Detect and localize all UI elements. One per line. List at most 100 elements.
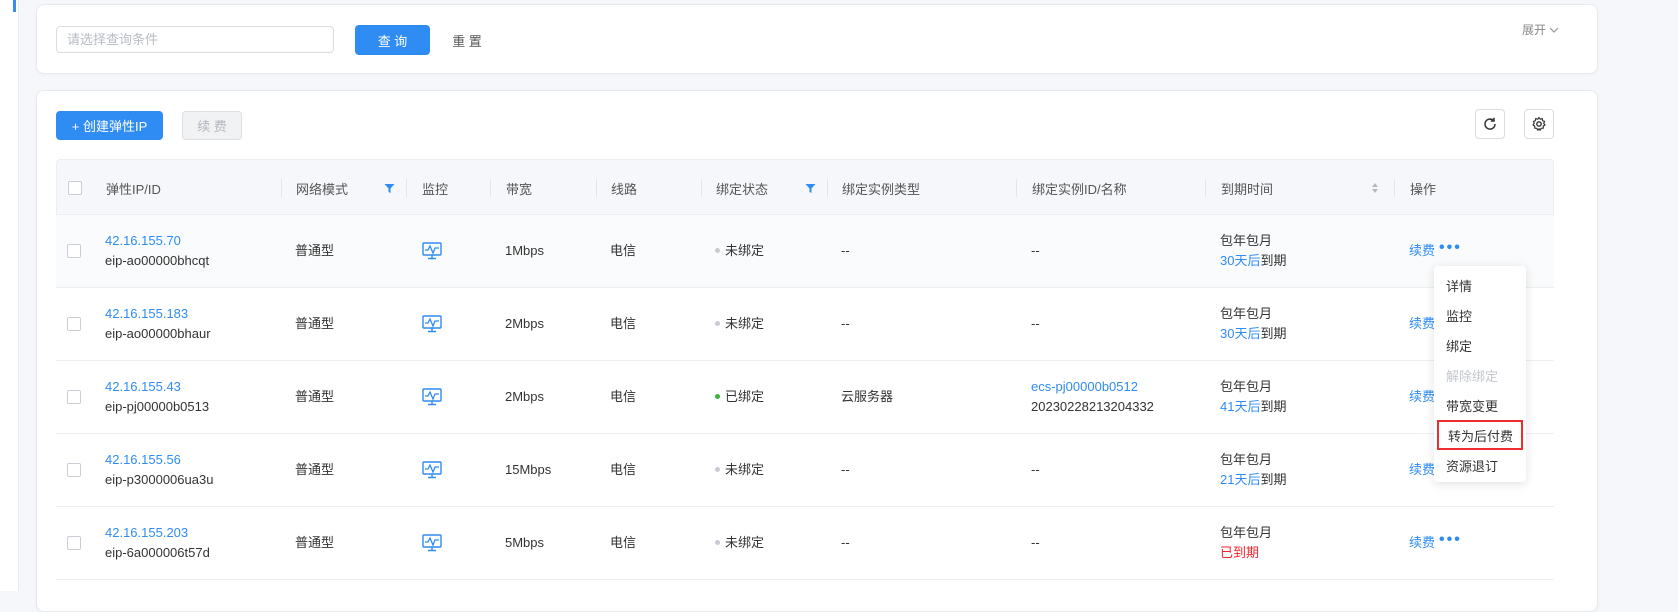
bind-status-label: 未绑定 — [725, 243, 765, 258]
expiry-days: 已到期 — [1220, 545, 1260, 560]
actions-cell: 续费••• — [1409, 507, 1462, 579]
instance-id: -- — [1031, 535, 1040, 550]
renew-link[interactable]: 续费 — [1409, 387, 1435, 407]
monitor-icon[interactable] — [422, 361, 442, 433]
eip-id: eip-pj00000b0513 — [105, 399, 210, 414]
row-select-cell[interactable] — [67, 361, 81, 433]
column-divider — [490, 179, 491, 197]
table-row: 42.16.155.56 eip-p3000006ua3u 普通型 15Mbps 电信 未… — [56, 434, 1554, 507]
row-checkbox[interactable] — [67, 463, 81, 477]
monitor-icon[interactable] — [422, 288, 442, 360]
reset-button[interactable]: 重 置 — [434, 25, 500, 55]
eip-table-panel: + 创建弹性IP 续 费 弹性IP/ID 网络模式 监控 带宽 线路 绑定状态 … — [36, 90, 1598, 612]
query-button[interactable]: 查 询 — [355, 25, 430, 55]
expiry-days: 21天后 — [1220, 472, 1261, 487]
table-row: 42.16.155.43 eip-pj00000b0513 普通型 2Mbps 电信 已绑… — [56, 361, 1554, 434]
col-line: 线路 — [611, 181, 638, 197]
row-checkbox[interactable] — [67, 536, 81, 550]
monitor-icon[interactable] — [422, 215, 442, 287]
eip-address-link[interactable]: 42.16.155.43 — [105, 377, 209, 397]
billing-type: 包年包月 — [1220, 452, 1273, 467]
network-mode: 普通型 — [295, 243, 335, 258]
select-all-cell[interactable] — [68, 160, 82, 216]
expiry-cell: 包年包月 30天后到期 — [1220, 288, 1286, 360]
line: 电信 — [610, 462, 637, 477]
search-input[interactable] — [56, 26, 334, 53]
eip-address-link[interactable]: 42.16.155.70 — [105, 231, 209, 251]
row-select-cell[interactable] — [67, 507, 81, 579]
filter-icon[interactable] — [384, 160, 395, 216]
instance-cell: ecs-pj00000b0512 20230228213204332 — [1031, 361, 1154, 433]
row-select-cell[interactable] — [67, 215, 81, 287]
menu-item-4[interactable]: 带宽变更 — [1434, 390, 1526, 420]
expand-toggle[interactable]: 展开 — [1522, 21, 1559, 38]
eip-cell: 42.16.155.56 eip-p3000006ua3u — [105, 434, 213, 506]
bind-status: 未绑定 — [715, 215, 764, 287]
instance-cell: -- — [1031, 507, 1040, 579]
filter-icon[interactable] — [805, 160, 816, 216]
instance-id[interactable]: ecs-pj00000b0512 — [1031, 377, 1154, 397]
expiry-cell: 包年包月 21天后到期 — [1220, 434, 1286, 506]
create-eip-button[interactable]: + 创建弹性IP — [56, 111, 163, 140]
expiry-suffix: 到期 — [1260, 399, 1287, 414]
col-bind-status: 绑定状态 — [716, 181, 769, 197]
line: 电信 — [610, 316, 637, 331]
col-monitor: 监控 — [422, 181, 449, 197]
select-all-checkbox[interactable] — [68, 181, 82, 195]
eip-table: 弹性IP/ID 网络模式 监控 带宽 线路 绑定状态 绑定实例类型 绑定实例ID… — [56, 159, 1554, 580]
refresh-icon — [1484, 117, 1496, 130]
monitor-icon[interactable] — [422, 434, 442, 506]
menu-item-1[interactable]: 监控 — [1434, 300, 1526, 330]
bandwidth: 5Mbps — [505, 535, 545, 550]
eip-cell: 42.16.155.70 eip-ao00000bhcqt — [105, 215, 209, 287]
eip-id: eip-ao00000bhaur — [105, 326, 211, 341]
line: 电信 — [610, 243, 637, 258]
eip-address-link[interactable]: 42.16.155.203 — [105, 523, 210, 543]
status-dot — [715, 393, 720, 399]
renew-link[interactable]: 续费 — [1409, 241, 1435, 261]
menu-item-2[interactable]: 绑定 — [1434, 330, 1526, 360]
sort-icon[interactable] — [1371, 160, 1379, 216]
active-indicator — [13, 0, 16, 12]
chevron-down-icon — [1549, 27, 1559, 33]
col-bandwidth: 带宽 — [506, 181, 533, 197]
settings-button[interactable] — [1524, 109, 1554, 139]
column-divider — [596, 179, 597, 197]
menu-item-0[interactable]: 详情 — [1434, 270, 1526, 300]
row-checkbox[interactable] — [67, 244, 81, 258]
instance-cell: -- — [1031, 288, 1040, 360]
bind-status-label: 未绑定 — [725, 462, 765, 477]
col-actions: 操作 — [1410, 181, 1437, 197]
row-checkbox[interactable] — [67, 317, 81, 331]
row-select-cell[interactable] — [67, 288, 81, 360]
eip-address-link[interactable]: 42.16.155.183 — [105, 304, 211, 324]
eip-id: eip-ao00000bhcqt — [105, 253, 210, 268]
more-icon[interactable]: ••• — [1439, 240, 1462, 256]
menu-item-6[interactable]: 资源退订 — [1434, 450, 1526, 480]
bind-status: 未绑定 — [715, 434, 764, 506]
refresh-button[interactable] — [1475, 109, 1505, 139]
column-divider — [1394, 179, 1395, 197]
bind-status-label: 未绑定 — [725, 316, 765, 331]
renew-link[interactable]: 续费 — [1409, 533, 1435, 553]
eip-address-link[interactable]: 42.16.155.56 — [105, 450, 213, 470]
instance-id: -- — [1031, 462, 1040, 477]
renew-link[interactable]: 续费 — [1409, 460, 1435, 480]
table-row: 42.16.155.183 eip-ao00000bhaur 普通型 2Mbps 电信 未… — [56, 288, 1554, 361]
renew-link[interactable]: 续费 — [1409, 314, 1435, 334]
more-icon[interactable]: ••• — [1439, 532, 1462, 548]
billing-type: 包年包月 — [1220, 525, 1273, 540]
batch-renew-button: 续 费 — [182, 111, 242, 140]
network-mode: 普通型 — [295, 462, 335, 477]
expiry-cell: 包年包月 30天后到期 — [1220, 215, 1286, 287]
row-select-cell[interactable] — [67, 434, 81, 506]
menu-item-5[interactable]: 转为后付费 — [1437, 420, 1523, 450]
bandwidth: 1Mbps — [505, 243, 545, 258]
billing-type: 包年包月 — [1220, 306, 1273, 321]
column-divider — [281, 179, 282, 197]
expiry-suffix: 到期 — [1260, 253, 1287, 268]
search-panel: 查 询 重 置 展开 — [36, 4, 1598, 74]
monitor-icon[interactable] — [422, 507, 442, 579]
expand-label: 展开 — [1521, 23, 1546, 37]
row-checkbox[interactable] — [67, 390, 81, 404]
